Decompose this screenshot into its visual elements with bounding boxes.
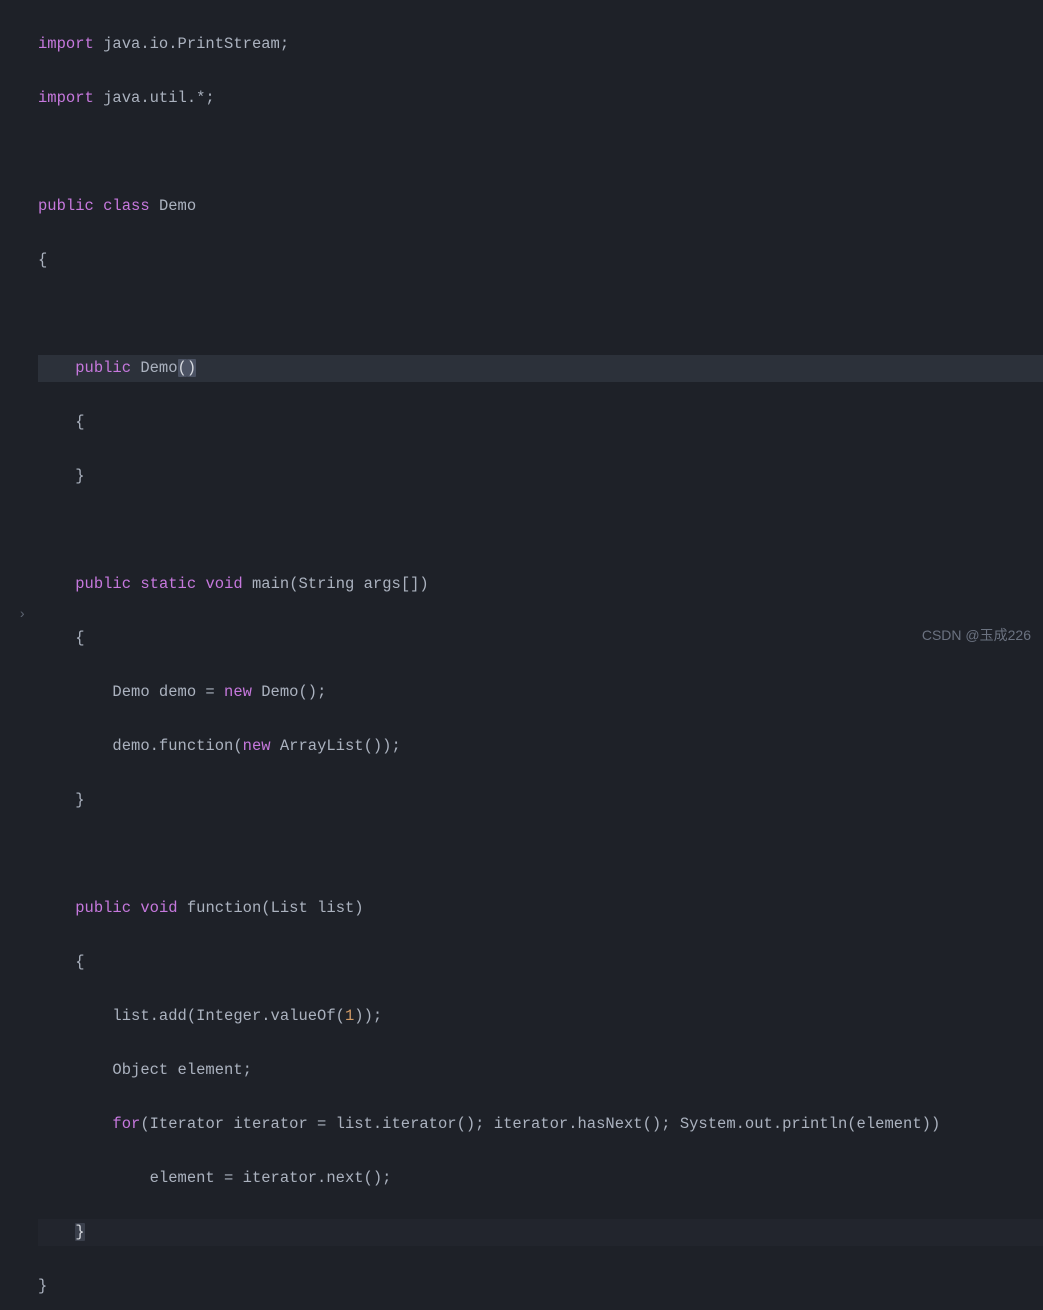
code-editor[interactable]: import java.io.PrintStream; import java.… (0, 0, 1043, 1310)
code-line: } (38, 463, 1043, 490)
code-line: element = iterator.next(); (38, 1165, 1043, 1192)
code-line: { (38, 409, 1043, 436)
code-line (38, 841, 1043, 868)
keyword-void: void (205, 575, 242, 593)
keyword-import: import (38, 89, 94, 107)
code-line: public void function(List list) (38, 895, 1043, 922)
matched-brace: } (75, 1223, 84, 1241)
code-line: { (38, 625, 1043, 652)
code-line: demo.function(new ArrayList()); (38, 733, 1043, 760)
matched-paren: ) (187, 359, 196, 377)
class-name: Demo (150, 197, 197, 215)
code-line: Demo demo = new Demo(); (38, 679, 1043, 706)
code-line: list.add(Integer.valueOf(1)); (38, 1003, 1043, 1030)
code-line (38, 301, 1043, 328)
code-line: import java.util.*; (38, 85, 1043, 112)
code-line: } (38, 1219, 1043, 1246)
keyword-class: class (103, 197, 150, 215)
code-line-current: public Demo() (38, 355, 1043, 382)
keyword-public: public (75, 575, 131, 593)
code-line: } (38, 787, 1043, 814)
code-line: Object element; (38, 1057, 1043, 1084)
code-line: { (38, 247, 1043, 274)
code-line: { (38, 949, 1043, 976)
fold-chevron-icon[interactable]: › (18, 602, 26, 629)
keyword-new: new (224, 683, 252, 701)
keyword-public: public (38, 197, 94, 215)
code-line: for(Iterator iterator = list.iterator();… (38, 1111, 1043, 1138)
keyword-public: public (75, 359, 131, 377)
keyword-new: new (243, 737, 271, 755)
matched-paren: ( (178, 359, 187, 377)
code-line: public static void main(String args[]) (38, 571, 1043, 598)
code-line (38, 517, 1043, 544)
number-literal: 1 (345, 1007, 354, 1025)
code-line: import java.io.PrintStream; (38, 31, 1043, 58)
code-line: } (38, 1273, 1043, 1300)
code-line: public class Demo (38, 193, 1043, 220)
watermark-text: CSDN @玉成226 (922, 622, 1031, 649)
keyword-static: static (140, 575, 196, 593)
keyword-void: void (140, 899, 177, 917)
keyword-public: public (75, 899, 131, 917)
code-line (38, 139, 1043, 166)
keyword-for: for (112, 1115, 140, 1133)
keyword-import: import (38, 35, 94, 53)
open-brace: { (38, 251, 47, 269)
